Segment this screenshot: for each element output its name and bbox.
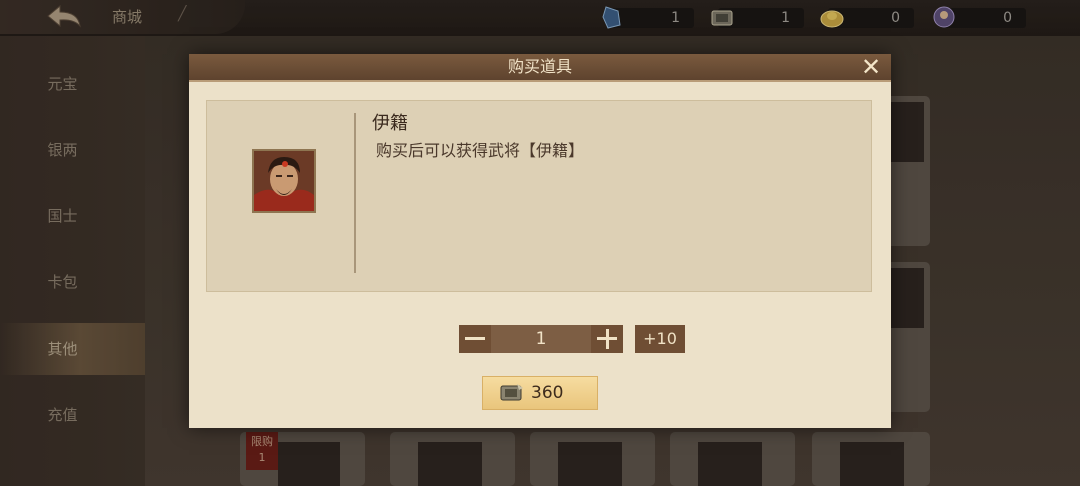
quantity-field[interactable]: 1	[491, 325, 591, 353]
item-description: 购买后可以获得武将【伊籍】	[376, 141, 585, 160]
dialog-title: 购买道具	[507, 57, 572, 76]
purchase-dialog: 购买道具 ✕ 伊籍 购买后可以获得武将【伊籍】 1 +10 360	[189, 54, 891, 428]
hero-portrait-icon	[254, 151, 314, 211]
buy-price: 360	[531, 383, 564, 403]
dialog-header-border	[189, 80, 891, 82]
close-icon: ✕	[860, 53, 882, 81]
close-button[interactable]: ✕	[857, 55, 885, 79]
quantity-decrease-button[interactable]	[459, 325, 491, 353]
item-name: 伊籍	[372, 113, 408, 134]
item-portrait	[252, 149, 316, 213]
general-token-icon	[500, 384, 523, 401]
quantity-plus10-button[interactable]: +10	[635, 325, 685, 353]
item-info-panel: 伊籍 购买后可以获得武将【伊籍】	[206, 100, 872, 292]
panel-divider	[354, 113, 356, 273]
quantity-increase-button[interactable]	[591, 325, 623, 353]
buy-button[interactable]: 360	[482, 376, 598, 410]
